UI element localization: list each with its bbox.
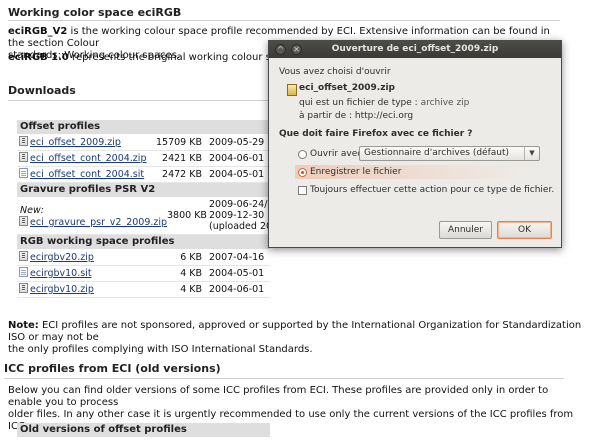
file-date: 2004-06-01 bbox=[209, 153, 265, 164]
heading-icc-old-versions: ICC profiles from ECI (old versions) bbox=[4, 362, 221, 375]
table-row: New: eci_gravure_psr_v2_2009.zip 3800 KB… bbox=[17, 198, 278, 235]
table-row: ecirgbv10.zip 4 KB 2004-06-01 bbox=[17, 282, 270, 298]
file-type-value: archive zip bbox=[420, 98, 470, 108]
download-link-eci-gravure-psr-v2-2009[interactable]: eci_gravure_psr_v2_2009.zip bbox=[30, 217, 167, 228]
file-source-value: http://eci.org bbox=[354, 111, 414, 121]
download-link-ecirgbv10-zip[interactable]: ecirgbv10.zip bbox=[30, 284, 94, 295]
cancel-button[interactable]: Annuler bbox=[439, 221, 492, 239]
zip-file-icon bbox=[19, 136, 28, 146]
divider bbox=[4, 378, 564, 379]
download-link-ecirgbv10-sit[interactable]: ecirgbv10.sit bbox=[30, 268, 92, 279]
section-rgb-profiles: RGB working space profiles bbox=[17, 235, 270, 249]
file-size: 2472 KB bbox=[162, 169, 202, 180]
file-date: 2004-05-01 bbox=[209, 268, 265, 279]
save-file-label[interactable]: Enregistrer le fichier bbox=[310, 167, 401, 177]
file-type-label: qui est un fichier de type : bbox=[299, 98, 421, 108]
file-source-line: à partir de : http://eci.org bbox=[299, 111, 413, 121]
download-link-ecirgbv20-zip[interactable]: ecirgbv20.zip bbox=[30, 252, 94, 263]
always-do-label[interactable]: Toujours effectuer cette action pour ce … bbox=[310, 185, 554, 195]
file-date: 2007-04-16 bbox=[209, 252, 265, 263]
zip-file-icon bbox=[19, 283, 28, 293]
heading-downloads: Downloads bbox=[8, 84, 76, 97]
download-link-eci-offset-2009[interactable]: eci_offset_2009.zip bbox=[30, 137, 121, 148]
maximize-button[interactable]: ^ bbox=[275, 44, 286, 55]
file-source-label: à partir de : bbox=[299, 111, 355, 121]
file-size: 15709 KB bbox=[156, 137, 202, 148]
opening-label: Vous avez choisi d'ouvrir bbox=[279, 67, 391, 77]
icc-text: Below you can find older versions of som… bbox=[8, 385, 549, 408]
dialog-title: Ouverture de eci_offset_2009.zip bbox=[331, 44, 499, 54]
open-with-label[interactable]: Ouvrir avec bbox=[310, 149, 362, 159]
file-date: 2009-06-24/ bbox=[209, 199, 268, 210]
action-question: Que doit faire Firefox avec ce fichier ? bbox=[279, 129, 473, 139]
divider bbox=[8, 20, 560, 21]
zip-file-icon bbox=[19, 216, 28, 226]
note-label: Note: bbox=[8, 320, 39, 331]
note-paragraph: Note: ECI profiles are not sponsored, ap… bbox=[8, 320, 583, 356]
dialog-filename: eci_offset_2009.zip bbox=[299, 83, 395, 93]
file-date: 2004-05-01 bbox=[209, 169, 265, 180]
always-do-checkbox[interactable] bbox=[298, 186, 307, 195]
archive-file-icon bbox=[287, 84, 297, 96]
file-date: 2004-06-01 bbox=[209, 284, 265, 295]
application-select[interactable]: Gestionnaire d'archives (défaut) ▼ bbox=[359, 146, 540, 161]
file-size: 4 KB bbox=[180, 268, 202, 279]
file-size: 6 KB bbox=[180, 252, 202, 263]
document-file-icon bbox=[19, 267, 28, 277]
application-select-value: Gestionnaire d'archives (défaut) bbox=[364, 148, 510, 158]
dialog-titlebar: Ouverture de eci_offset_2009.zip bbox=[269, 41, 561, 58]
file-type-line: qui est un fichier de type : archive zip bbox=[299, 98, 469, 108]
ok-button[interactable]: OK bbox=[497, 221, 552, 239]
heading-working-color-space: Working color space eciRGB bbox=[8, 6, 182, 19]
table-row: eci_offset_2009.zip 15709 KB 2009-05-29 bbox=[17, 135, 270, 151]
note-text: ECI profiles are not sponsored, approved… bbox=[8, 320, 582, 343]
file-date: 2009-05-29 bbox=[209, 137, 265, 148]
document-file-icon bbox=[19, 168, 28, 178]
file-size: 4 KB bbox=[180, 284, 202, 295]
file-date: 2009-12-30 bbox=[209, 210, 265, 221]
zip-file-icon bbox=[19, 251, 28, 261]
save-file-radio[interactable] bbox=[298, 168, 307, 177]
chevron-up-icon: ^ bbox=[277, 45, 284, 54]
note-text2: the only profiles complying with ISO Int… bbox=[8, 344, 313, 355]
download-dialog: Ouverture de eci_offset_2009.zip ^ ✕ Vou… bbox=[268, 40, 562, 248]
cancel-button-label: Annuler bbox=[447, 225, 483, 235]
section-offset-profiles: Offset profiles bbox=[17, 120, 270, 134]
open-with-radio[interactable] bbox=[298, 150, 307, 159]
ok-button-label: OK bbox=[518, 225, 531, 235]
close-icon: ✕ bbox=[293, 45, 300, 54]
section-gravure-profiles: Gravure profiles PSR V2 bbox=[17, 183, 270, 197]
table-row: ecirgbv10.sit 4 KB 2004-05-01 bbox=[17, 266, 270, 282]
file-size: 3800 KB bbox=[167, 210, 207, 221]
chevron-down-icon: ▼ bbox=[524, 147, 539, 160]
ecirgb-v10-term: eciRGB 1.0 bbox=[8, 52, 69, 63]
section-old-offset-profiles: Old versions of offset profiles bbox=[17, 423, 270, 437]
close-button[interactable]: ✕ bbox=[291, 44, 302, 55]
table-row: eci_offset_cont_2004.sit 2472 KB 2004-05… bbox=[17, 167, 270, 183]
table-row: eci_offset_cont_2004.zip 2421 KB 2004-06… bbox=[17, 151, 270, 167]
table-row: ecirgbv20.zip 6 KB 2007-04-16 bbox=[17, 250, 270, 266]
new-badge: New: bbox=[20, 205, 44, 216]
download-link-eci-offset-cont-2004-zip[interactable]: eci_offset_cont_2004.zip bbox=[30, 153, 146, 164]
download-link-eci-offset-cont-2004-sit[interactable]: eci_offset_cont_2004.sit bbox=[30, 169, 144, 180]
zip-file-icon bbox=[19, 152, 28, 162]
file-size: 2421 KB bbox=[162, 153, 202, 164]
ecirgb-v2-term: eciRGB_V2 bbox=[8, 26, 68, 37]
